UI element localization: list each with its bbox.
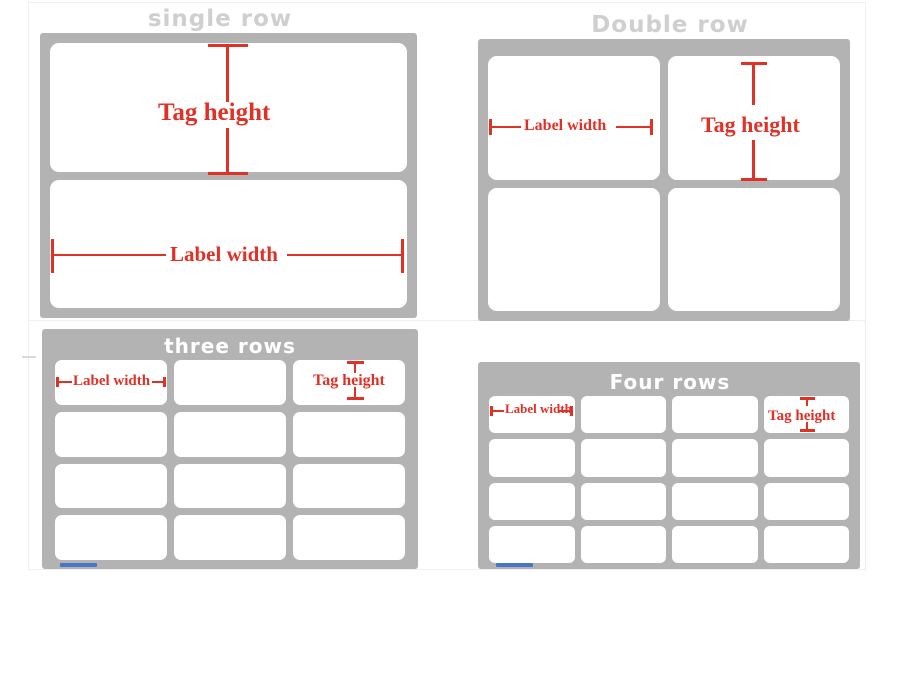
dimension-line-left-icon [56,381,72,383]
label-cell[interactable] [293,515,405,560]
dimension-cap-bottom-icon [741,178,767,181]
annotation-label-width: Label width [524,117,607,134]
dimension-line-lower-icon [752,140,755,180]
annotation-label-width: Label width [170,242,278,266]
diagram-canvas: single row Tag height Label width Double… [0,0,900,675]
dimension-line-upper-icon [226,44,229,102]
sheet-accent-bar [496,563,533,567]
label-cell[interactable] [580,396,666,434]
label-cell[interactable] [293,463,405,509]
dimension-line-left-icon [489,126,521,128]
dimension-line-upper-icon [806,397,808,406]
label-cell[interactable] [580,439,666,477]
label-cell[interactable] [55,515,167,560]
label-cell[interactable] [668,187,840,311]
label-cell[interactable] [580,525,666,563]
dimension-line-right-icon [287,254,404,256]
label-cell[interactable] [672,482,758,520]
dimension-cap-right-icon [401,239,404,273]
label-cell[interactable] [174,411,286,457]
dimension-cap-left-icon [51,239,54,273]
label-cell[interactable] [174,515,286,560]
dimension-line-upper-icon [752,62,755,105]
label-cell[interactable] [672,439,758,477]
sheet-accent-bar [60,563,97,567]
label-cell[interactable] [763,525,849,563]
label-cell[interactable] [55,463,167,509]
dimension-line-left-icon [490,410,504,412]
dimension-cap-bottom-icon [208,172,248,175]
panel-title-four-rows: Four rows [609,370,731,394]
annotation-tag-height: Tag height [768,408,836,424]
left-margin-dash [22,356,36,358]
annotation-tag-height: Tag height [313,372,385,389]
dimension-line-lower-icon [226,128,229,174]
annotation-label-width: Label width [505,401,572,416]
label-cell[interactable] [672,525,758,563]
panel-title-three-rows: three rows [164,334,296,358]
label-cell[interactable] [489,439,575,477]
panel-title-double-row: Double row [591,12,749,38]
dimension-cap-right-icon [650,119,653,135]
label-cell[interactable] [672,396,758,434]
label-grid-three-rows [55,360,405,560]
label-grid-double-row [488,56,840,311]
label-cell[interactable] [174,360,286,405]
dimension-cap-bottom-icon [800,429,815,432]
label-cell[interactable] [293,411,405,457]
dimension-cap-right-icon [163,377,166,387]
panel-title-single-row: single row [147,6,293,32]
dimension-line-right-icon [616,126,652,128]
label-cell[interactable] [174,463,286,509]
label-cell[interactable] [55,411,167,457]
label-cell[interactable] [488,187,660,311]
dimension-line-left-icon [51,254,166,256]
label-cell[interactable] [489,525,575,563]
annotation-label-width: Label width [73,373,151,389]
annotation-tag-height: Tag height [701,112,800,137]
label-cell[interactable] [763,439,849,477]
label-cell[interactable] [580,482,666,520]
annotation-tag-height: Tag height [158,99,271,126]
label-cell[interactable] [489,482,575,520]
dimension-cap-bottom-icon [347,397,364,400]
label-cell[interactable] [763,482,849,520]
